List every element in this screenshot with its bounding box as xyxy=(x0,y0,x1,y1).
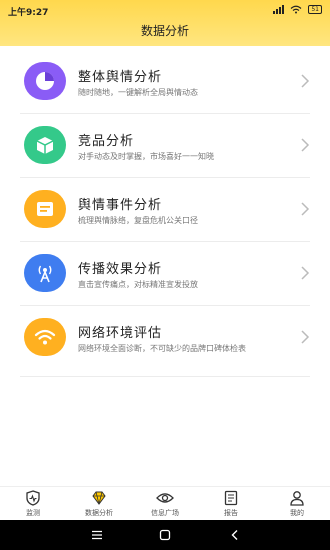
chevron-right-icon xyxy=(301,330,310,344)
list-item-event[interactable]: 舆情事件分析 梳理舆情脉络，复盘危机公关口径 xyxy=(20,178,310,242)
home-icon[interactable] xyxy=(158,528,172,542)
broadcast-tower-icon xyxy=(24,254,66,292)
system-nav-bar xyxy=(0,520,330,550)
chevron-right-icon xyxy=(301,138,310,152)
status-bar: 上午9:27 51 xyxy=(0,0,330,22)
back-icon[interactable] xyxy=(228,528,242,542)
item-subtitle: 直击宣传痛点，对标精准宣发投放 xyxy=(78,280,198,289)
item-title: 传播效果分析 xyxy=(78,262,163,277)
pie-chart-icon xyxy=(24,62,66,100)
tab-mine[interactable]: 我的 xyxy=(267,490,327,518)
item-title: 网络环境评估 xyxy=(78,326,163,341)
item-subtitle: 梳理舆情脉络，复盘危机公关口径 xyxy=(78,216,198,225)
item-subtitle: 随时随地，一键解析全局舆情动态 xyxy=(78,88,198,97)
user-icon xyxy=(290,491,304,506)
list-item-network-env[interactable]: 网络环境评估 网络环境全面诊断，不可缺少的品牌口碑体检表 xyxy=(20,306,310,377)
tab-label: 我的 xyxy=(290,509,304,517)
list-item-overall-sentiment[interactable]: 整体舆情分析 随时随地，一键解析全局舆情动态 xyxy=(20,50,310,114)
item-title: 舆情事件分析 xyxy=(78,198,163,213)
wifi-icon xyxy=(24,318,66,356)
box-icon xyxy=(24,126,66,164)
eye-icon xyxy=(156,493,174,503)
list-item-competitor[interactable]: 竞品分析 对手动态及时掌握，市场喜好一一知晓 xyxy=(20,114,310,178)
report-icon xyxy=(224,490,238,506)
tab-label: 报告 xyxy=(224,509,238,517)
battery-icon: 51 xyxy=(308,5,322,14)
monitor-shield-icon xyxy=(26,490,40,506)
tab-data-analysis[interactable]: 数据分析 xyxy=(69,490,129,518)
item-subtitle: 网络环境全面诊断，不可缺少的品牌口碑体检表 xyxy=(78,344,246,353)
list-item-propagation[interactable]: 传播效果分析 直击宣传痛点，对标精准宣发投放 xyxy=(20,242,310,306)
tab-info-square[interactable]: 信息广场 xyxy=(135,490,195,518)
item-title: 竞品分析 xyxy=(78,134,135,149)
tab-report[interactable]: 报告 xyxy=(201,490,261,518)
item-title: 整体舆情分析 xyxy=(78,70,163,85)
document-icon xyxy=(24,190,66,228)
page-title: 数据分析 xyxy=(140,24,189,38)
tab-monitor[interactable]: 监测 xyxy=(3,490,63,518)
tab-label: 信息广场 xyxy=(151,509,179,517)
bottom-tab-bar: 监测 数据分析 信息广场 报告 我的 xyxy=(0,486,330,521)
diamond-icon xyxy=(92,491,106,505)
signal-icon xyxy=(273,5,285,14)
item-subtitle: 对手动态及时掌握，市场喜好一一知晓 xyxy=(78,152,214,161)
header-bar: 上午9:27 51 数据分析 xyxy=(0,0,330,46)
chevron-right-icon xyxy=(301,202,310,216)
status-time: 上午9:27 xyxy=(8,8,49,18)
wifi-status-icon xyxy=(290,5,302,14)
chevron-right-icon xyxy=(301,74,310,88)
tab-label: 监测 xyxy=(26,509,40,517)
menu-icon[interactable] xyxy=(90,528,104,542)
chevron-right-icon xyxy=(301,266,310,280)
battery-level: 51 xyxy=(311,6,319,13)
tab-label: 数据分析 xyxy=(85,509,113,517)
